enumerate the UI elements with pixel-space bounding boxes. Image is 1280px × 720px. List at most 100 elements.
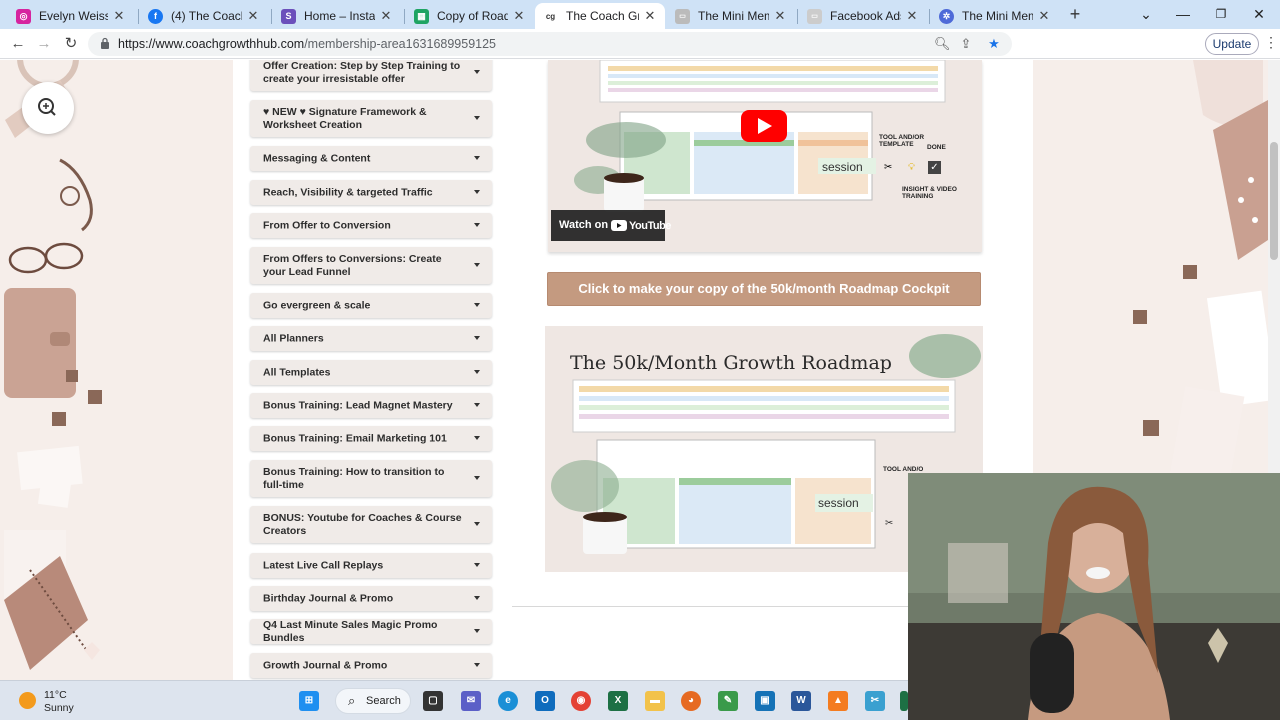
edge-icon[interactable]: e: [498, 691, 518, 711]
sidebar-item-email-marketing[interactable]: Bonus Training: Email Marketing 101: [250, 426, 492, 451]
weather-condition[interactable]: Sunny: [44, 702, 74, 714]
url-text[interactable]: https://www.coachgrowthhub.com/membershi…: [118, 37, 496, 51]
sidebar-item-offer-to-conversion[interactable]: From Offer to Conversion: [250, 213, 492, 238]
tab-facebook-ads[interactable]: ▭ Facebook Ads Bo ✕: [799, 3, 927, 29]
caret-down-icon: [474, 475, 480, 480]
tab-instagram-home[interactable]: S Home – Instagram ✕: [273, 3, 401, 29]
sidebar-item-label: ♥ NEW ♥ Signature Framework & Worksheet …: [263, 105, 427, 131]
roadmap-tool-label: TOOL AND/OR TEMPLAT: [883, 466, 923, 473]
sidebar-item-q4-promo-bundles[interactable]: Q4 Last Minute Sales Magic Promo Bundles: [250, 619, 492, 644]
snipping-tool-icon[interactable]: ✂: [865, 691, 885, 711]
close-tab-icon[interactable]: ✕: [112, 8, 126, 24]
sun-weather-icon[interactable]: [19, 692, 36, 709]
tab-search-chevron-icon[interactable]: ⌄: [1129, 2, 1163, 26]
magnifier-zoom-button[interactable]: [22, 82, 74, 134]
teams-chat-icon[interactable]: ✉: [461, 691, 481, 711]
sidebar-item-label: From Offers to Conversions: Create your …: [263, 252, 442, 278]
sheets-icon: ▦: [414, 8, 429, 24]
forward-button[interactable]: →: [34, 34, 54, 54]
tab-facebook-coaching[interactable]: f (4) The Coaching ✕: [140, 3, 268, 29]
sidebar-item-lead-funnel[interactable]: From Offers to Conversions: Create your …: [250, 247, 492, 284]
close-tab-icon[interactable]: ✕: [773, 8, 787, 24]
close-tab-icon[interactable]: ✕: [643, 8, 657, 24]
app-icon-blue[interactable]: ▣: [755, 691, 775, 711]
left-decoration: [0, 60, 233, 680]
sidebar-item-label: Go evergreen & scale: [263, 299, 371, 311]
sidebar-item-reach-visibility[interactable]: Reach, Visibility & targeted Traffic: [250, 180, 492, 205]
menu-kebab-icon[interactable]: ⋮: [1264, 34, 1278, 51]
file-explorer-icon[interactable]: ▬: [645, 691, 665, 711]
browser-toolbar: ← → ↻ https://www.coachgrowthhub.com/mem…: [0, 29, 1280, 81]
sidebar-item-label: Reach, Visibility & targeted Traffic: [263, 186, 433, 198]
gear-icon: ✲: [939, 8, 954, 24]
facebook-icon: f: [148, 8, 163, 24]
close-tab-icon[interactable]: ✕: [379, 8, 393, 24]
sidebar-item-birthday-journal[interactable]: Birthday Journal & Promo: [250, 586, 492, 611]
tab-coach-growth-active[interactable]: cg The Coach Growt ✕: [535, 3, 665, 29]
tab-instagram-evelyn[interactable]: ◎ Evelyn Weiss (@g ✕: [8, 3, 134, 29]
reload-button[interactable]: ↻: [61, 34, 81, 54]
sidebar-item-offer-creation[interactable]: Offer Creation: Step by Step Training to…: [250, 60, 492, 91]
watch-on-youtube-button[interactable]: Watch on YouTube: [551, 210, 671, 241]
tab-separator: [271, 9, 272, 24]
share-icon[interactable]: ⇪: [958, 36, 974, 52]
flatlay-decor-left: [4, 60, 102, 670]
sidebar-item-label: Bonus Training: How to transition to ful…: [263, 465, 445, 491]
sidebar-item-signature-framework[interactable]: ♥ NEW ♥ Signature Framework & Worksheet …: [250, 100, 492, 137]
new-tab-button[interactable]: +: [1066, 4, 1084, 24]
s-icon: S: [281, 8, 296, 24]
task-view-icon[interactable]: ▢: [423, 691, 443, 711]
tab-mini-member-1[interactable]: ▭ The Mini Member ✕: [667, 3, 795, 29]
weather-temperature[interactable]: 11°C: [44, 689, 67, 701]
sidebar-item-growth-journal[interactable]: Growth Journal & Promo: [250, 653, 492, 678]
word-icon[interactable]: W: [791, 691, 811, 711]
close-window-button[interactable]: ✕: [1242, 2, 1276, 26]
tab-copy-of-roadmap[interactable]: ▦ Copy of Roadmap ✕: [406, 3, 534, 29]
firefox-icon[interactable]: ◕: [681, 691, 701, 711]
sidebar-item-label: Growth Journal & Promo: [263, 659, 388, 671]
sidebar-item-all-templates[interactable]: All Templates: [250, 360, 492, 385]
sidebar-item-all-planners[interactable]: All Planners: [250, 326, 492, 351]
back-button[interactable]: ←: [8, 34, 28, 54]
svg-text:✂: ✂: [885, 518, 893, 529]
windows-taskbar: 11°C Sunny ⊞ ⌕ Search ▢ ✉ e O ◉ X ▬ ◕ ✎ …: [0, 680, 908, 720]
make-copy-roadmap-button[interactable]: Click to make your copy of the 50k/month…: [547, 272, 981, 306]
excel-icon-2[interactable]: [900, 691, 908, 711]
vlc-icon[interactable]: ▲: [828, 691, 848, 711]
roadmap-title: The 50k/Month Growth Roadmap: [570, 352, 892, 374]
address-bar[interactable]: https://www.coachgrowthhub.com/membershi…: [88, 32, 1012, 56]
close-tab-icon[interactable]: ✕: [512, 8, 526, 24]
caret-down-icon: [474, 435, 480, 440]
restore-button[interactable]: ❐: [1204, 2, 1238, 26]
sidebar-item-messaging-content[interactable]: Messaging & Content: [250, 146, 492, 171]
close-tab-icon[interactable]: ✕: [1037, 8, 1051, 24]
sidebar-item-transition-full-time[interactable]: Bonus Training: How to transition to ful…: [250, 460, 492, 497]
sidebar-item-youtube-coaches[interactable]: BONUS: Youtube for Coaches & Course Crea…: [250, 506, 492, 543]
close-tab-icon[interactable]: ✕: [905, 8, 919, 24]
done-label: DONE: [927, 144, 946, 151]
excel-icon[interactable]: X: [608, 691, 628, 711]
close-tab-icon[interactable]: ✕: [246, 8, 260, 24]
sidebar-item-label: Bonus Training: Lead Magnet Mastery: [263, 399, 453, 411]
bookmark-star-icon[interactable]: ★: [986, 36, 1002, 52]
windows-start-icon[interactable]: ⊞: [299, 691, 319, 711]
chrome-icon[interactable]: ◉: [571, 691, 591, 711]
sidebar-item-live-call-replays[interactable]: Latest Live Call Replays: [250, 553, 492, 578]
sidebar-item-label: Offer Creation: Step by Step Training to…: [263, 60, 461, 85]
tab-separator: [138, 9, 139, 24]
update-button[interactable]: Update: [1205, 33, 1259, 55]
sidebar-item-lead-magnet-mastery[interactable]: Bonus Training: Lead Magnet Mastery: [250, 393, 492, 418]
sidebar-item-label: Messaging & Content: [263, 152, 371, 164]
caret-down-icon: [474, 628, 480, 633]
tab-mini-member-2[interactable]: ✲ The Mini Member ✕: [931, 3, 1059, 29]
webcam-overlay: [908, 473, 1280, 720]
sidebar-item-label: Bonus Training: Email Marketing 101: [263, 432, 447, 444]
sidebar-item-label: From Offer to Conversion: [263, 219, 391, 231]
zoom-icon[interactable]: 🔍︎: [934, 36, 951, 52]
scrollbar-thumb[interactable]: [1270, 142, 1278, 260]
minimize-button[interactable]: —: [1166, 2, 1200, 26]
sidebar-item-evergreen-scale[interactable]: Go evergreen & scale: [250, 293, 492, 318]
app-icon-green[interactable]: ✎: [718, 691, 738, 711]
outlook-icon[interactable]: O: [535, 691, 555, 711]
taskbar-search[interactable]: ⌕ Search: [335, 688, 411, 714]
